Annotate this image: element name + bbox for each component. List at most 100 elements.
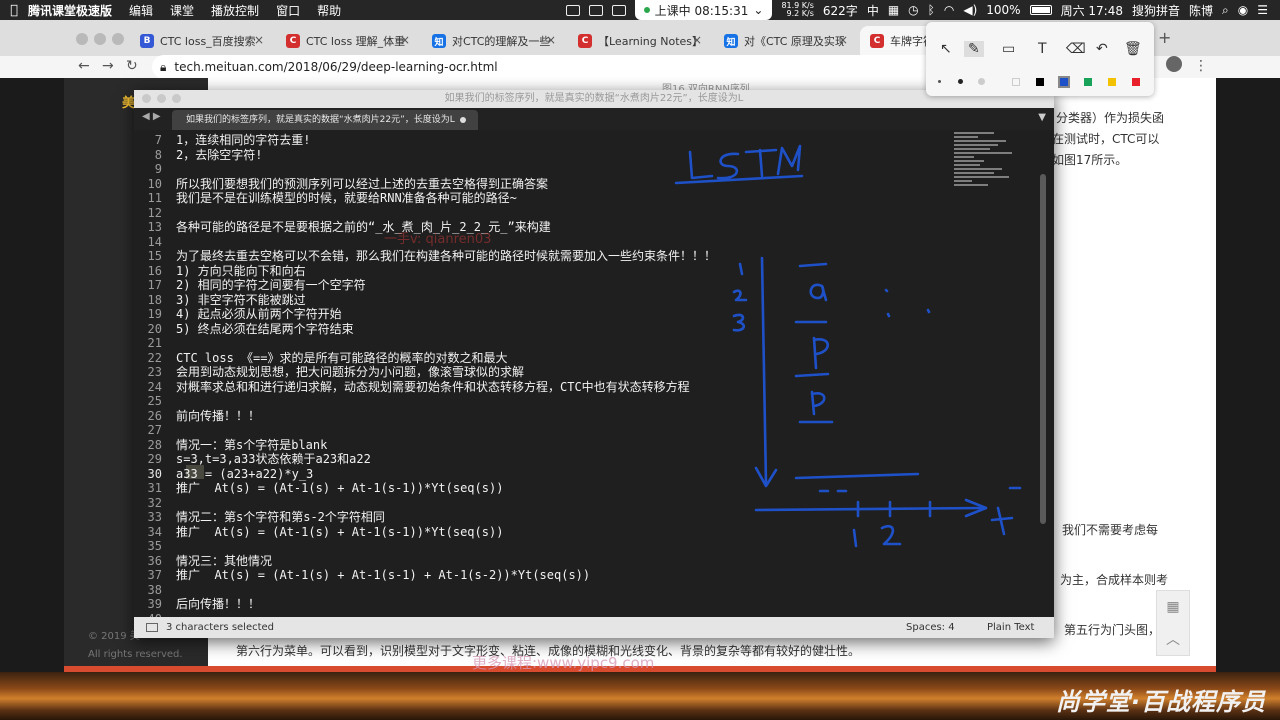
eraser-tool-icon[interactable]: ⌫	[1066, 41, 1086, 57]
color-swatch-black[interactable]	[1036, 78, 1044, 86]
browser-tab[interactable]: C CTC loss 理解_体重 ×	[276, 26, 418, 56]
datetime[interactable]: 周六 17:48	[1061, 2, 1123, 19]
code-line[interactable]: 情况一：第s个字符是blank	[176, 438, 327, 453]
code-line[interactable]: 各种可能的路径是不是要根据之前的“_水_煮_肉_片_2_2_元_”来构建	[176, 220, 551, 235]
ime-indicator[interactable]: 搜狗拼音	[1132, 2, 1180, 19]
app-name-menu[interactable]: 腾讯课堂极速版	[28, 2, 112, 19]
back-icon[interactable]: ←	[78, 58, 90, 74]
menu-class[interactable]: 课堂	[170, 2, 194, 19]
address-bar[interactable]: 🔒︎ tech.meituan.com/2018/06/29/deep-lear…	[152, 55, 1012, 79]
window-close-button[interactable]	[76, 33, 88, 45]
cursor-tool-icon[interactable]: ↖	[940, 41, 952, 57]
code-line[interactable]: 后向传播！！！	[176, 597, 260, 612]
unsaved-dot-icon[interactable]	[460, 117, 466, 123]
code-line[interactable]: 推广 At(s) = (At-1(s) + At-1(s-1) + At-1(s…	[176, 568, 590, 583]
size-small-dot[interactable]	[938, 80, 941, 83]
browser-tab[interactable]: C 【Learning Notes】 ×	[568, 26, 710, 56]
chrome-menu-icon[interactable]: ⋮	[1194, 58, 1208, 74]
code-line[interactable]: 对概率求总和和进行递归求解，动态规划需要初始条件和状态转移方程，CTC中也有状态…	[176, 380, 690, 395]
color-swatch-yellow[interactable]	[1108, 78, 1116, 86]
color-swatch-green[interactable]	[1084, 78, 1092, 86]
tab-close-icon[interactable]: ×	[838, 33, 848, 47]
code-line[interactable]: CTC loss 《==》求的是所有可能路径的概率的对数之和最大	[176, 351, 507, 366]
tab-close-icon[interactable]: ×	[400, 33, 410, 47]
code-line[interactable]: 情况三：其他情况	[176, 554, 272, 569]
status-syntax[interactable]: Plain Text	[987, 622, 1034, 633]
code-editor[interactable]: 7 8 9 10 11 12 13 14 15 16 17 18 19 20 21 22 23 24 25 26 27 2…	[134, 130, 1054, 617]
code-line[interactable]: 推广 At(s) = (At-1(s) + At-1(s-1))*Yt(seq(…	[176, 525, 503, 540]
grid-icon[interactable]: ▦	[888, 3, 899, 17]
siri-icon[interactable]: ◉	[1238, 3, 1248, 17]
minimap[interactable]	[954, 130, 1014, 230]
tab-menu-icon[interactable]: ▼	[1038, 112, 1046, 123]
size-large-dot[interactable]	[978, 78, 985, 85]
code-line[interactable]: 2，去除空字符!	[176, 148, 262, 163]
battery-icon[interactable]	[1029, 5, 1052, 15]
rectangle-tool-icon[interactable]: ▭	[1002, 41, 1015, 57]
spotlight-icon[interactable]: ⌕	[1222, 3, 1229, 18]
code-line[interactable]: 情况二：第s个字符和第s-2个字符相同	[176, 510, 385, 525]
browser-tab[interactable]: 知 对CTC的理解及一些 ×	[422, 26, 564, 56]
reload-icon[interactable]: ↻	[126, 58, 138, 74]
code-line[interactable]: 2) 相同的字符之间要有一个空字符	[176, 278, 366, 293]
code-line[interactable]: 前向传播！！！	[176, 409, 260, 424]
screen-share-icon[interactable]	[565, 4, 580, 16]
code-line[interactable]: 5) 终点必须在结尾两个字符结束	[176, 322, 354, 337]
code-line[interactable]: 推广 At(s) = (At-1(s) + At-1(s-1))*Yt(seq(…	[176, 481, 503, 496]
code-line[interactable]: 所以我们要想我们的预测序列可以经过上述的去重去空格得到正确答案	[176, 177, 548, 192]
code-line[interactable]: 1) 方向只能向下和向右	[176, 264, 306, 279]
camera-icon[interactable]	[588, 4, 603, 16]
sublime-close-button[interactable]	[142, 94, 151, 103]
code-line[interactable]: 4) 起点必须从前两个字符开始	[176, 307, 342, 322]
code-line[interactable]: s=3,t=3,a33状态依赖于a23和a22	[176, 452, 371, 467]
tab-close-icon[interactable]: ×	[546, 33, 556, 47]
display-icon[interactable]	[611, 4, 626, 16]
menu-playback[interactable]: 播放控制	[211, 2, 259, 19]
menu-help[interactable]: 帮助	[317, 2, 341, 19]
apple-icon[interactable]: 	[0, 3, 28, 18]
color-swatch-blue[interactable]	[1058, 76, 1070, 88]
menu-edit[interactable]: 编辑	[129, 2, 153, 19]
menu-window[interactable]: 窗口	[276, 2, 300, 19]
code-line[interactable]: a33 = (a23+a22)*y_3	[176, 467, 313, 482]
notification-center-icon[interactable]: ☰	[1257, 3, 1268, 17]
sublime-minimize-button[interactable]	[157, 94, 166, 103]
tab-close-icon[interactable]: ×	[692, 33, 702, 47]
volume-icon[interactable]: ◀)	[963, 3, 977, 17]
undo-icon[interactable]: ↶	[1096, 41, 1108, 57]
input-lang-indicator[interactable]: 中	[867, 2, 879, 19]
profile-avatar[interactable]	[1166, 56, 1182, 72]
sublime-zoom-button[interactable]	[172, 94, 181, 103]
class-status-pill[interactable]: 上课中 08:15:31 ⌄	[634, 0, 773, 20]
qrcode-icon[interactable]: ▦	[1157, 591, 1189, 623]
status-spaces[interactable]: Spaces: 4	[906, 622, 955, 633]
tab-nav-arrows-icon[interactable]: ◀ ▶	[142, 111, 161, 122]
trash-icon[interactable]: 🗑︎	[1124, 41, 1142, 57]
browser-tab[interactable]: B CTC loss_百度搜索 ×	[130, 26, 272, 56]
window-minimize-button[interactable]	[94, 33, 106, 45]
memory-indicator[interactable]: 622字	[823, 2, 858, 19]
bluetooth-icon[interactable]: ᛒ	[928, 3, 935, 17]
color-swatch-white[interactable]	[1012, 78, 1020, 86]
code-line[interactable]: 1，连续相同的字符去重!	[176, 133, 310, 148]
clock-icon[interactable]: ◷	[908, 3, 918, 17]
size-medium-dot[interactable]	[958, 79, 963, 84]
user-name[interactable]: 陈博	[1189, 2, 1213, 19]
pen-tool-icon[interactable]: ✎	[964, 41, 984, 57]
code-line[interactable]: 为了最终去重去空格可以不会错，那么我们在构建各种可能的路径时候就需要加入一些约束…	[176, 249, 716, 264]
text-tool-icon[interactable]: T	[1038, 41, 1047, 57]
sublime-tab-active[interactable]: 如果我们的标签序列，就是真实的数据“水煮肉片22元”，长度设为L	[172, 110, 478, 130]
code-line[interactable]: 我们是不是在训练模型的时候，就要给RNN准备各种可能的路径~	[176, 191, 517, 206]
forward-icon[interactable]: →	[102, 58, 114, 74]
browser-tab[interactable]: 知 对《CTC 原理及实现 ×	[714, 26, 856, 56]
tab-close-icon[interactable]: ×	[254, 33, 264, 47]
color-swatch-red[interactable]	[1132, 78, 1140, 86]
new-tab-icon[interactable]: +	[1158, 28, 1171, 47]
window-zoom-button[interactable]	[112, 33, 124, 45]
code-line[interactable]: 会用到动态规划思想，把大问题拆分为小问题，像滚雪球似的求解	[176, 365, 524, 380]
back-to-top-icon[interactable]: ︿	[1157, 623, 1189, 655]
editor-scrollbar[interactable]	[1040, 174, 1046, 524]
panel-toggle-icon[interactable]	[146, 623, 158, 632]
wifi-icon[interactable]: ◠	[944, 3, 954, 17]
code-line[interactable]: 3) 非空字符不能被跳过	[176, 293, 306, 308]
